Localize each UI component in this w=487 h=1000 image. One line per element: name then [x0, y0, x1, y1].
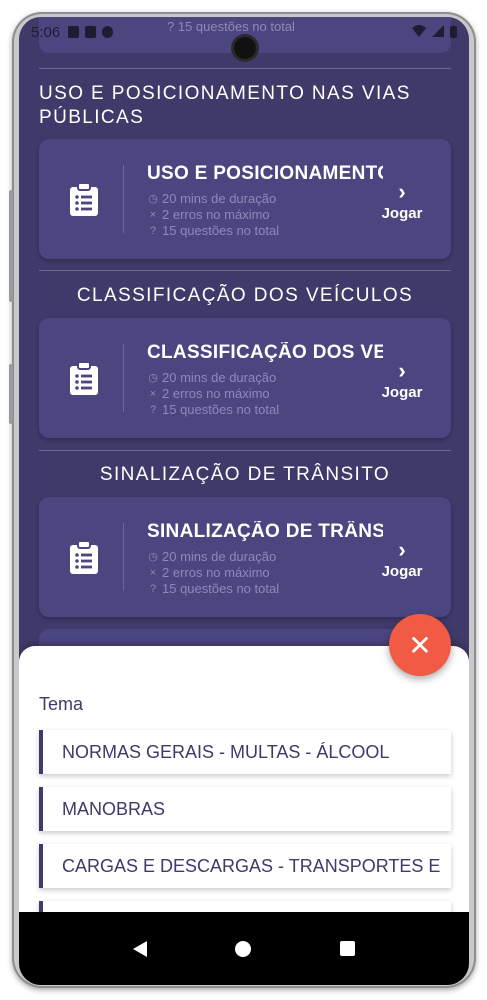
play-button[interactable]: › Jogar	[379, 358, 425, 402]
divider	[39, 68, 451, 69]
clipboard-list-icon	[69, 361, 99, 396]
errors-line: × 2 erros no máximo	[147, 207, 270, 222]
quiz-title: USO E POSICIONAMENTO	[147, 163, 383, 184]
front-camera	[234, 37, 256, 59]
section-heading: CLASSIFICAÇÃO DOS VEÍCULOS	[76, 285, 414, 306]
quiz-title: SINALIZAÇÃO DE TRÂNSITO	[147, 521, 383, 542]
quiz-card[interactable]: SINALIZAÇÃO DE TRÂNSITO ◷ 20 mins de dur…	[39, 497, 451, 617]
card-divider	[123, 344, 124, 412]
sync-icon	[102, 26, 114, 38]
x-icon: ×	[149, 208, 157, 221]
question-circle-icon: ?	[149, 582, 157, 595]
duration-line: ◷ 20 mins de duração	[148, 370, 277, 385]
quiz-card[interactable]: CLASSIFICAÇÃO DOS VEÍCULOS ◷ 20 mins de …	[39, 318, 451, 438]
battery-icon	[450, 26, 457, 38]
section-heading: SINALIZAÇÃO DE TRÂNSITO	[99, 464, 391, 485]
card-divider	[123, 523, 124, 591]
clock-icon: ◷	[148, 372, 158, 384]
question-circle-icon: ?	[149, 224, 157, 237]
card-divider	[123, 165, 124, 233]
questions-line: ? 15 questões no total	[147, 402, 279, 417]
x-icon: ×	[149, 566, 157, 579]
close-fab-button[interactable]: ✕	[389, 614, 451, 676]
chevron-right-icon: ›	[398, 537, 406, 562]
sd-card-icon	[85, 26, 97, 38]
clock-icon: ◷	[148, 193, 158, 205]
divider	[39, 450, 451, 451]
errors-line: × 2 erros no máximo	[147, 565, 270, 580]
questions-line: ? 15 questões no total	[147, 223, 279, 238]
recents-icon[interactable]	[339, 941, 355, 956]
clipboard-list-icon	[69, 182, 99, 217]
screen: ? 15 questões no total USO E POSICIONAME…	[19, 17, 469, 985]
play-button[interactable]: › Jogar	[379, 179, 425, 223]
play-button[interactable]: › Jogar	[379, 537, 425, 581]
sheet-label: Tema	[39, 694, 84, 714]
quiz-title: CLASSIFICAÇÃO DOS VEÍCULOS	[147, 342, 383, 363]
divider	[39, 270, 451, 271]
theme-option[interactable]: NORMAS GERAIS - MULTAS - ÁLCOOL	[39, 730, 451, 774]
questions-line: ? 15 questões no total	[147, 581, 279, 596]
volume-button	[9, 190, 13, 302]
duration-line: ◷ 20 mins de duração	[148, 191, 277, 206]
notification-icon	[68, 26, 80, 38]
chevron-right-icon: ›	[398, 358, 406, 383]
close-icon: ✕	[408, 629, 432, 661]
status-time: 5:06	[31, 23, 61, 41]
power-button	[9, 364, 13, 424]
back-icon[interactable]	[133, 940, 148, 957]
quiz-card[interactable]: USO E POSICIONAMENTO ◷ 20 mins de duraçã…	[39, 139, 451, 259]
home-icon[interactable]	[235, 940, 252, 957]
errors-line: × 2 erros no máximo	[147, 386, 270, 401]
clock-icon: ◷	[148, 551, 158, 563]
section-heading: USO E POSICIONAMENTO NAS VIAS PÚBLICAS	[39, 83, 411, 128]
theme-option[interactable]: MANOBRAS	[39, 787, 451, 831]
chevron-right-icon: ›	[398, 179, 406, 204]
theme-option[interactable]: CARGAS E DESCARGAS - TRANSPORTES E	[39, 844, 451, 888]
duration-line: ◷ 20 mins de duração	[148, 549, 277, 564]
system-nav-bar	[19, 912, 469, 985]
question-circle-icon: ?	[149, 403, 157, 416]
signal-icon	[432, 24, 444, 41]
clipboard-list-icon	[69, 540, 99, 575]
x-icon: ×	[149, 387, 157, 400]
theme-bottom-sheet: Tema NORMAS GERAIS - MULTAS - ÁLCOOL MAN…	[19, 646, 469, 945]
wifi-icon	[412, 24, 426, 41]
